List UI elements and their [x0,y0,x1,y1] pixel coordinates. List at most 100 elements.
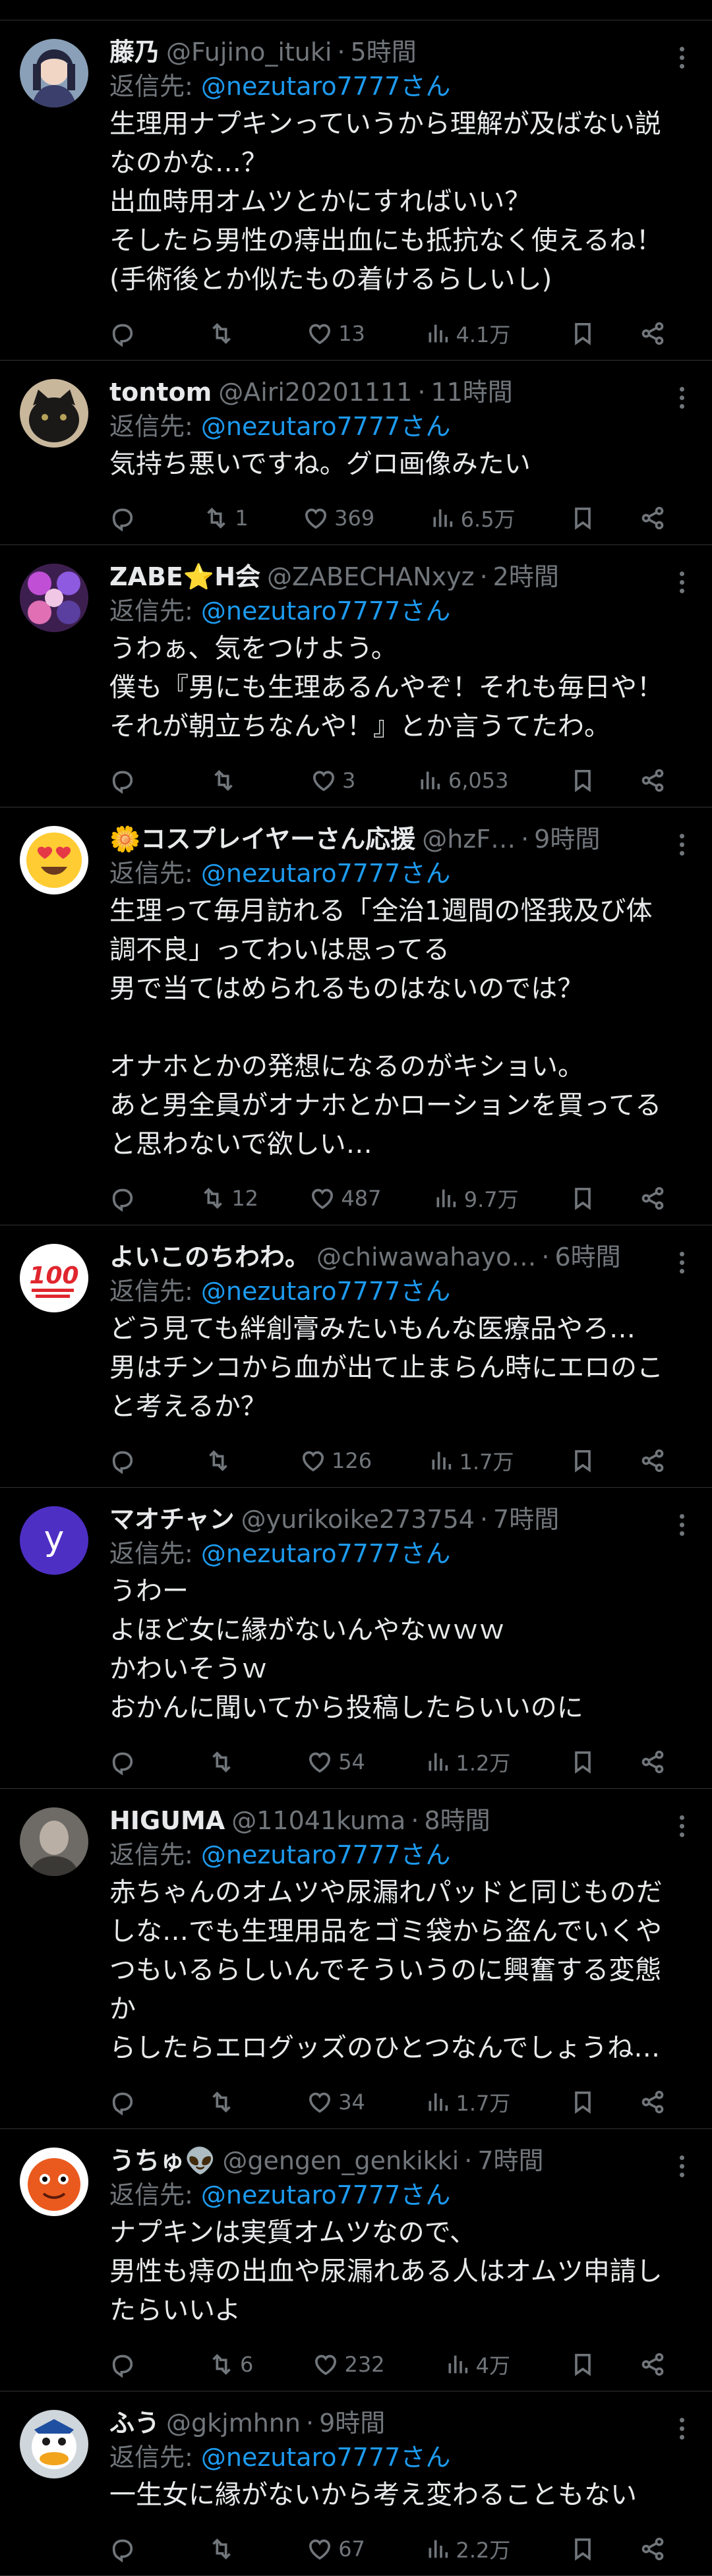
reply-mention[interactable]: @nezutaro7777さん [201,1277,450,1306]
share-button[interactable] [639,2089,679,2115]
more-options-icon[interactable] [678,1815,686,1839]
retweet-button[interactable] [205,1448,245,1474]
reply-tweet[interactable]: 藤乃 @Fujino_ituki · 5時間 返信先: @nezutaro777… [0,20,712,361]
user-handle[interactable]: @yurikoike273754 [241,1502,475,1537]
timestamp[interactable]: 11時間 [430,375,512,409]
like-button[interactable]: 126 [300,1448,372,1474]
reply-button[interactable] [109,2089,149,2115]
avatar-heart-eyes-emoji[interactable] [20,826,88,894]
views-button[interactable]: 6,053 [417,767,508,794]
views-button[interactable]: 9.7万 [432,1183,519,1214]
share-button[interactable] [639,1185,679,1212]
reply-tweet[interactable]: y マオチャン @yurikoike273754 · 7時間 返信先: @nez… [0,1488,712,1789]
more-options-icon[interactable] [678,834,686,858]
bookmark-button[interactable] [570,1185,609,1212]
reply-mention[interactable]: @nezutaro7777さん [201,2181,450,2210]
timestamp[interactable]: 7時間 [477,2144,543,2178]
timestamp[interactable]: 6時間 [554,1240,620,1274]
reply-button[interactable] [109,320,149,347]
display-name[interactable]: マオチャン [109,1502,235,1537]
reply-mention[interactable]: @nezutaro7777さん [201,72,450,101]
share-button[interactable] [639,505,679,531]
user-handle[interactable]: @ZABECHANxyz [267,560,475,594]
views-button[interactable]: 6.5万 [429,503,516,533]
display-name[interactable]: うちゅ👽 [109,2144,216,2178]
reply-tweet[interactable]: うちゅ👽 @gengen_genkikki · 7時間 返信先: @nezuta… [0,2129,712,2391]
avatar-purple-anime-art[interactable] [20,564,88,632]
like-button[interactable]: 34 [307,2089,365,2115]
display-name[interactable]: ZABE⭐H会 [109,560,260,594]
reply-mention[interactable]: @nezutaro7777さん [201,1539,450,1568]
retweet-button[interactable] [208,1749,248,1775]
like-button[interactable]: 232 [312,2351,385,2378]
reply-tweet[interactable]: HIGUMA @11041kuma · 8時間 返信先: @nezutaro77… [0,1789,712,2129]
like-button[interactable]: 487 [309,1185,381,1212]
retweet-button[interactable]: 12 [200,1185,258,1212]
reply-button[interactable] [109,1749,149,1775]
reply-mention[interactable]: @nezutaro7777さん [201,1840,450,1869]
user-handle[interactable]: @Fujino_ituki [166,35,332,69]
avatar-black-cat-photo[interactable] [20,379,88,448]
display-name[interactable]: tontom [109,375,212,409]
more-options-icon[interactable] [678,1252,686,1275]
share-button[interactable] [639,1448,679,1474]
display-name[interactable]: よいこのちわわ。 [109,1240,310,1274]
reply-mention[interactable]: @nezutaro7777さん [201,597,450,626]
user-handle[interactable]: @11041kuma [231,1803,405,1838]
display-name[interactable]: 藤乃 [109,35,160,69]
like-button[interactable]: 3 [311,767,355,794]
bookmark-button[interactable] [570,2351,609,2378]
like-button[interactable]: 13 [307,320,365,347]
bookmark-button[interactable] [570,2536,609,2562]
reply-button[interactable] [109,1448,149,1474]
avatar-letter-y-default[interactable]: y [20,1506,88,1575]
avatar-cartoon-duck[interactable] [20,2410,88,2478]
retweet-button[interactable]: 6 [208,2351,253,2378]
display-name[interactable]: HIGUMA [109,1803,225,1838]
bookmark-button[interactable] [570,505,609,531]
share-button[interactable] [639,320,679,347]
reply-tweet[interactable]: 100 よいこのちわわ。 @chiwawahayo… · 6時間 返信先: @n… [0,1225,712,1488]
more-options-icon[interactable] [678,2418,686,2442]
more-options-icon[interactable] [678,2155,686,2179]
reply-tweet[interactable]: 🌼コスプレイヤーさん応援 @hzF… · 9時間 返信先: @nezutaro7… [0,807,712,1225]
views-button[interactable]: 1.2万 [425,1747,510,1777]
retweet-button[interactable] [208,2536,248,2562]
share-button[interactable] [639,1749,679,1775]
timestamp[interactable]: 9時間 [534,822,600,856]
bookmark-button[interactable] [570,2089,609,2115]
more-options-icon[interactable] [678,47,686,71]
reply-button[interactable] [109,2351,149,2378]
more-options-icon[interactable] [678,571,686,595]
user-handle[interactable]: @hzF… [422,822,516,856]
reply-mention[interactable]: @nezutaro7777さん [201,2443,450,2472]
retweet-button[interactable] [210,767,250,794]
reply-mention[interactable]: @nezutaro7777さん [201,859,450,888]
user-handle[interactable]: @gkjmhnn [166,2406,301,2440]
timestamp[interactable]: 8時間 [424,1803,490,1838]
bookmark-button[interactable] [570,1448,609,1474]
timestamp[interactable]: 2時間 [493,560,559,594]
retweet-button[interactable]: 1 [203,505,249,531]
timestamp[interactable]: 5時間 [351,35,417,69]
timestamp[interactable]: 9時間 [319,2406,385,2440]
more-options-icon[interactable] [678,387,686,411]
share-button[interactable] [639,767,679,794]
reply-button[interactable] [109,1185,149,1212]
retweet-button[interactable] [208,2089,248,2115]
like-button[interactable]: 67 [307,2536,365,2562]
user-handle[interactable]: @Airi20201111 [218,375,412,409]
share-button[interactable] [639,2351,679,2378]
avatar-anime-character-dark-hair[interactable] [20,39,88,107]
reply-button[interactable] [109,767,149,794]
avatar-grey-figure-photo[interactable] [20,1807,88,1876]
views-button[interactable]: 1.7万 [428,1446,514,1476]
views-button[interactable]: 4万 [444,2349,510,2380]
bookmark-button[interactable] [570,767,609,794]
like-button[interactable]: 54 [307,1749,365,1775]
views-button[interactable]: 4.1万 [425,318,510,349]
avatar-orange-character[interactable] [20,2148,88,2216]
timestamp[interactable]: 7時間 [493,1502,559,1537]
reply-tweet[interactable]: ふう @gkjmhnn · 9時間 返信先: @nezutaro7777さん 一… [0,2391,712,2576]
user-handle[interactable]: @gengen_genkikki [222,2144,459,2178]
